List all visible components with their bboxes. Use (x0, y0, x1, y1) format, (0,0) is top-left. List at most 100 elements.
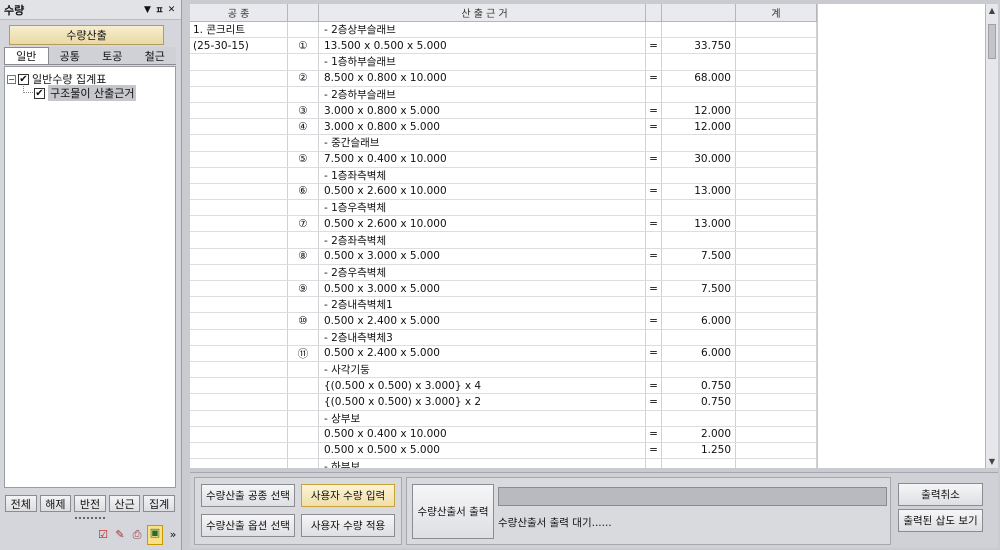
quantity-tree: − ✔ 일반수량 집계표 ✔ 구조물이 산출근거 (4, 66, 176, 488)
table-row[interactable]: ⑤ 7.500 x 0.400 x 10.000 = 30.000 (190, 151, 817, 168)
table-row[interactable]: {(0.500 x 0.500) x 3.000} x 2 = 0.750 (190, 394, 817, 411)
category-tabs: 일반 공통 토공 철근 (4, 47, 176, 65)
cell-c3: - 2층내측벽체1 (319, 297, 646, 313)
cell-c5 (662, 410, 736, 426)
table-row[interactable]: (25-30-15) ① 13.500 x 0.500 x 5.000 = 33.750 (190, 38, 817, 55)
cell-c3: 3.000 x 0.800 x 5.000 (319, 119, 646, 135)
table-row[interactable]: - 2층내측벽체3 (190, 329, 817, 346)
cell-c4: = (646, 183, 662, 200)
cell-c5: 12.000 (662, 102, 736, 119)
table-row[interactable]: ⑥ 0.500 x 2.600 x 10.000 = 13.000 (190, 183, 817, 201)
table-row[interactable]: ④ 3.000 x 0.800 x 5.000 = 12.000 (190, 119, 817, 136)
cell-c6 (736, 102, 817, 119)
checkbox-icon[interactable]: ✔ (34, 87, 45, 99)
table-row[interactable]: - 1층우측벽체 (190, 200, 817, 217)
table-row[interactable]: 1. 콘크리트 - 2층상부슬래브 (190, 22, 817, 39)
select-all-button[interactable]: 전체 (5, 495, 37, 512)
scroll-down-icon[interactable]: ▼ (986, 455, 998, 468)
check-list-icon[interactable]: ☑ (96, 528, 110, 542)
invert-button[interactable]: 반전 (74, 495, 106, 512)
table-row[interactable]: - 사각기둥 (190, 361, 817, 379)
cell-c2 (288, 459, 319, 468)
table-row[interactable]: - 2층내측벽체1 (190, 297, 817, 314)
deselect-button[interactable]: 해제 (39, 495, 72, 512)
table-row[interactable]: - 2층우측벽체 (190, 264, 817, 281)
cell-c3: - 하부보 (319, 459, 646, 468)
summary-button[interactable]: 집계 (143, 495, 175, 512)
table-row[interactable]: 0.500 x 0.500 x 5.000 = 1.250 (190, 442, 817, 460)
table-row[interactable]: - 1층좌측벽체 (190, 167, 817, 184)
table-row[interactable]: {(0.500 x 0.500) x 3.000} x 4 = 0.750 (190, 378, 817, 395)
cell-c6 (736, 70, 817, 86)
cell-c3: 0.500 x 2.600 x 10.000 (319, 183, 646, 200)
view-printed-button[interactable]: 출력된 삽도 보기 (898, 509, 983, 532)
cell-c4: = (646, 119, 662, 135)
quantity-calc-button[interactable]: 수량산출 (9, 25, 164, 45)
progress-bar (498, 487, 887, 506)
tree-item-structure[interactable]: ✔ 구조물이 산출근거 (34, 85, 137, 101)
select-work-type-button[interactable]: 수량산출 공종 선택 (201, 484, 295, 507)
print-button[interactable]: 수량산출서 출력 (412, 484, 494, 539)
tab-rebar[interactable]: 철근 (133, 47, 176, 64)
cell-c2 (288, 394, 319, 410)
panel-tools: ☑ ✎ ⎙ ▣ » (96, 523, 180, 547)
cell-c1 (190, 54, 288, 70)
print-icon[interactable]: ⎙ (130, 528, 144, 542)
table-row[interactable]: ⑧ 0.500 x 3.000 x 5.000 = 7.500 (190, 248, 817, 265)
panel-title: 수량 (4, 3, 25, 17)
cell-c2 (288, 329, 319, 345)
table-row[interactable]: ⑩ 0.500 x 2.400 x 5.000 = 6.000 (190, 313, 817, 330)
cell-c2 (288, 378, 319, 394)
splitter[interactable] (183, 0, 190, 550)
cell-c3: 0.500 x 3.000 x 5.000 (319, 281, 646, 297)
tab-common[interactable]: 공통 (48, 47, 91, 64)
edit-icon[interactable]: ✎ (113, 528, 127, 542)
table-row[interactable]: ⑪ 0.500 x 2.400 x 5.000 = 6.000 (190, 345, 817, 362)
resize-grip[interactable] (75, 517, 105, 520)
cell-c5: 68.000 (662, 70, 736, 86)
more-icon[interactable]: » (166, 528, 180, 542)
cell-c2 (288, 232, 319, 248)
table-row[interactable]: - 2층좌측벽체 (190, 232, 817, 249)
table-row[interactable]: 0.500 x 0.400 x 10.000 = 2.000 (190, 426, 817, 443)
table-row[interactable]: - 하부보 (190, 459, 817, 468)
cell-c3: {(0.500 x 0.500) x 3.000} x 2 (319, 394, 646, 410)
tab-earthwork[interactable]: 토공 (91, 47, 134, 64)
cell-c1 (190, 313, 288, 329)
table-row[interactable]: - 1층하부슬래브 (190, 54, 817, 71)
checkbox-icon[interactable]: ✔ (18, 73, 29, 85)
vertical-scrollbar[interactable]: ▲ ▼ (985, 4, 998, 468)
table-row[interactable]: - 중간슬래브 (190, 135, 817, 152)
table-row[interactable]: - 2층하부슬래브 (190, 86, 817, 103)
cell-c3: 0.500 x 0.400 x 10.000 (319, 426, 646, 442)
select-option-button[interactable]: 수량산출 옵션 선택 (201, 514, 295, 537)
close-icon[interactable]: ✕ (166, 5, 177, 15)
cell-c6 (736, 232, 817, 248)
scroll-up-icon[interactable]: ▲ (986, 4, 998, 17)
dropdown-icon[interactable]: ▼ (142, 5, 153, 15)
user-apply-button[interactable]: 사용자 수량 적용 (301, 514, 395, 537)
table-row[interactable]: ② 8.500 x 0.800 x 10.000 = 68.000 (190, 70, 817, 87)
scroll-thumb[interactable] (988, 24, 996, 59)
cancel-print-button[interactable]: 출력취소 (898, 483, 983, 506)
tab-general[interactable]: 일반 (4, 47, 49, 64)
cell-c4 (646, 86, 662, 102)
pin-icon[interactable]: ㅍ (154, 3, 165, 16)
basis-button[interactable]: 산근 (108, 495, 141, 512)
view-icon[interactable]: ▣ (147, 525, 163, 545)
cell-c1 (190, 410, 288, 426)
table-header: 공 종 산 출 근 거 계 (190, 4, 817, 22)
table-row[interactable]: - 상부보 (190, 410, 817, 427)
table-row[interactable]: ③ 3.000 x 0.800 x 5.000 = 12.000 (190, 102, 817, 120)
cell-c5: 7.500 (662, 281, 736, 297)
collapse-icon[interactable]: − (7, 74, 16, 84)
cell-c3: - 2층상부슬래브 (319, 22, 646, 38)
user-input-button[interactable]: 사용자 수량 입력 (301, 484, 395, 507)
cell-c3: - 상부보 (319, 410, 646, 426)
cell-c3: - 2층하부슬래브 (319, 86, 646, 102)
cell-c4 (646, 459, 662, 468)
table-row[interactable]: ⑦ 0.500 x 2.600 x 10.000 = 13.000 (190, 216, 817, 233)
table-row[interactable]: ⑨ 0.500 x 3.000 x 5.000 = 7.500 (190, 281, 817, 298)
cell-c1 (190, 442, 288, 459)
cell-c2: ⑧ (288, 248, 319, 264)
